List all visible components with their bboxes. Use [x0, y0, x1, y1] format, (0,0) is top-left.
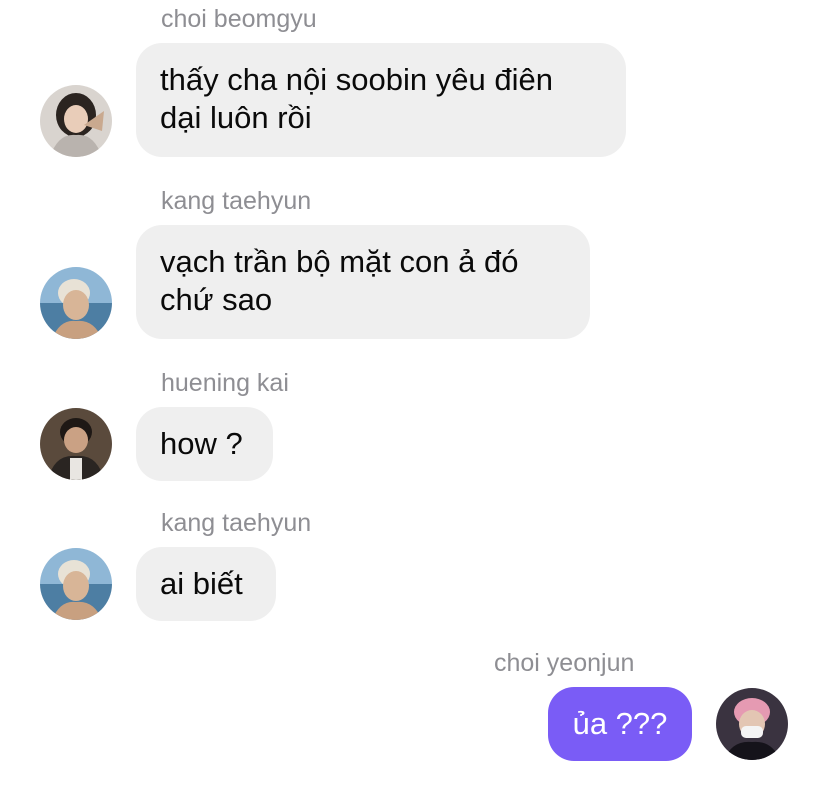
message-bubble[interactable]: how ? [136, 407, 273, 481]
sender-name: huening kai [161, 369, 289, 397]
avatar-beomgyu-icon-image [40, 85, 112, 157]
avatar-taehyun-icon-image [40, 548, 112, 620]
chat-thread: choi beomgyu thấy cha nội soobin yêu điê… [0, 0, 828, 786]
avatar-taehyun-icon-image [40, 267, 112, 339]
message-text: chứ sao [160, 282, 273, 317]
message-text: thấy cha nội soobin yêu điên [160, 62, 553, 97]
avatar-taehyun-icon[interactable] [40, 267, 112, 339]
message-bubble[interactable]: ai biết [136, 547, 276, 621]
message-bubble[interactable]: thấy cha nội soobin yêu điên dại luôn rồ… [136, 43, 626, 157]
message-text: dại luôn rồi [160, 100, 312, 135]
message-bubble-outgoing[interactable]: ủa ??? [548, 687, 692, 761]
message-text: ai biết [160, 566, 243, 601]
message-text: vạch trần bộ mặt con ả đó [160, 244, 519, 279]
avatar-taehyun-icon[interactable] [40, 548, 112, 620]
sender-name: choi beomgyu [161, 5, 317, 33]
sender-name: kang taehyun [161, 509, 312, 537]
avatar-hueningkai-icon[interactable] [40, 408, 112, 480]
message-text: ủa ??? [572, 706, 668, 741]
message-text: how ? [160, 426, 243, 461]
avatar-hueningkai-icon-image [40, 408, 112, 480]
sender-name: kang taehyun [161, 187, 312, 215]
sender-name: choi yeonjun [494, 649, 635, 677]
message-bubble[interactable]: vạch trần bộ mặt con ả đó chứ sao [136, 225, 590, 339]
avatar-yeonjun-icon-image [716, 688, 788, 760]
avatar-yeonjun-icon[interactable] [716, 688, 788, 760]
avatar-beomgyu-icon[interactable] [40, 85, 112, 157]
